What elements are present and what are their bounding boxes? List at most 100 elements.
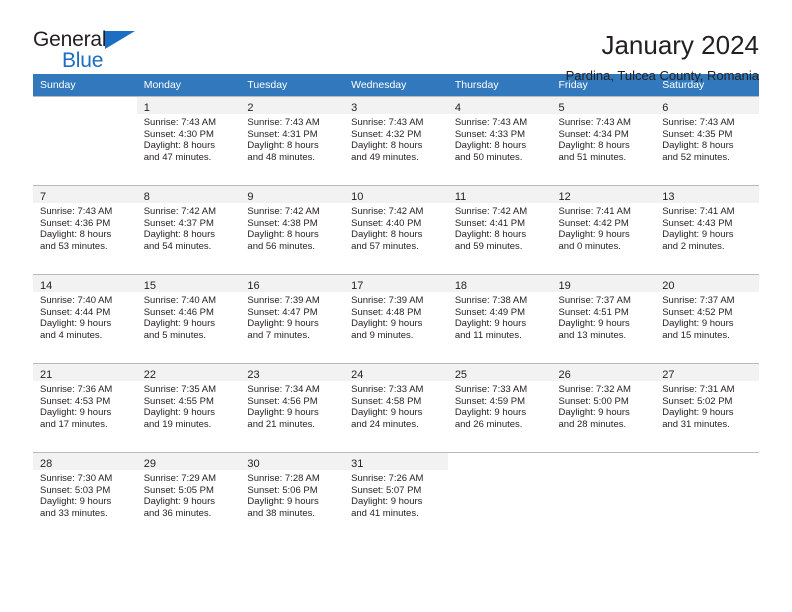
sunrise-text: Sunrise: 7:38 AM (454, 295, 528, 306)
daylight-text: Daylight: 9 hours (558, 318, 630, 330)
calendar-cell-day[interactable]: 22 Sunrise: 7:35 AM Sunset: 4:55 PM Dayligh… (136, 363, 241, 452)
calendar-cell-day[interactable]: 23 Sunrise: 7:34 AM Sunset: 4:56 PM Dayligh… (240, 363, 345, 452)
calendar-cell-day[interactable]: 10 Sunrise: 7:42 AM Sunset: 4:40 PM Dayligh… (344, 185, 448, 274)
calendar-cell-day[interactable]: 30 Sunrise: 7:28 AM Sunset: 5:06 PM Dayligh… (240, 452, 345, 541)
day-cell: 7 Sunrise: 7:43 AM Sunset: 4:36 PM Daylight… (33, 185, 137, 274)
sunrise-text: Sunrise: 7:42 AM (143, 206, 217, 217)
daylight-text-cont: and 31 minutes. (662, 418, 730, 430)
day-details: Sunrise: 7:33 AM Sunset: 4:59 PM Daylight:… (448, 381, 552, 430)
day-cell: 12 Sunrise: 7:41 AM Sunset: 4:42 PM Dayligh… (551, 185, 656, 274)
calendar-week-row: 21 Sunrise: 7:36 AM Sunset: 4:53 PM Dayligh… (33, 363, 759, 452)
sunset-text: Sunset: 4:58 PM (351, 395, 422, 407)
daylight-text-cont: and 2 minutes. (662, 240, 725, 252)
day-details: Sunrise: 7:35 AM Sunset: 4:55 PM Daylight:… (137, 381, 241, 430)
day-number-band: 10 (344, 186, 448, 203)
day-number: 20 (662, 280, 675, 292)
day-number-band: 3 (344, 97, 448, 114)
calendar-cell-day[interactable]: 28 Sunrise: 7:30 AM Sunset: 5:03 PM Dayligh… (33, 452, 137, 541)
sunset-text: Sunset: 4:59 PM (454, 395, 526, 407)
calendar-cell-day[interactable]: 13 Sunrise: 7:41 AM Sunset: 4:43 PM Dayligh… (655, 185, 759, 274)
sunset-text: Sunset: 4:41 PM (454, 217, 526, 229)
calendar-cell-day[interactable]: 4 Sunrise: 7:43 AM Sunset: 4:33 PM Daylight… (447, 96, 552, 185)
calendar-cell-day[interactable]: 11 Sunrise: 7:42 AM Sunset: 4:41 PM Dayligh… (447, 185, 552, 274)
daylight-text: Daylight: 9 hours (454, 318, 527, 330)
day-number-band: 13 (655, 186, 759, 203)
day-number: 25 (454, 369, 468, 381)
calendar-cell-day[interactable]: 7 Sunrise: 7:43 AM Sunset: 4:36 PM Daylight… (33, 185, 137, 274)
calendar-cell-day[interactable]: 2 Sunrise: 7:43 AM Sunset: 4:31 PM Daylight… (240, 96, 345, 185)
day-details: Sunrise: 7:41 AM Sunset: 4:43 PM Daylight:… (655, 203, 759, 252)
sunset-text: Sunset: 5:02 PM (662, 395, 733, 407)
daylight-text-cont: and 41 minutes. (351, 507, 419, 519)
day-number-band: 19 (551, 275, 656, 292)
calendar-cell-day[interactable]: 20 Sunrise: 7:37 AM Sunset: 4:52 PM Dayligh… (655, 274, 759, 363)
calendar-cell-day[interactable]: 6 Sunrise: 7:43 AM Sunset: 4:35 PM Daylight… (655, 96, 759, 185)
calendar-cell-day[interactable]: 27 Sunrise: 7:31 AM Sunset: 5:02 PM Dayligh… (655, 363, 759, 452)
calendar-cell-day[interactable]: 1 Sunrise: 7:43 AM Sunset: 4:30 PM Daylight… (136, 96, 241, 185)
sunset-text: Sunset: 4:30 PM (143, 128, 214, 140)
calendar-cell-day[interactable]: 29 Sunrise: 7:29 AM Sunset: 5:05 PM Dayligh… (136, 452, 241, 541)
calendar-cell-day[interactable]: 18 Sunrise: 7:38 AM Sunset: 4:49 PM Dayligh… (447, 274, 552, 363)
calendar-cell-empty (33, 96, 137, 185)
calendar-cell-day[interactable]: 17 Sunrise: 7:39 AM Sunset: 4:48 PM Dayligh… (344, 274, 448, 363)
calendar-cell-day[interactable]: 25 Sunrise: 7:33 AM Sunset: 4:59 PM Dayligh… (447, 363, 552, 452)
sunset-text: Sunset: 4:53 PM (40, 395, 111, 407)
day-details: Sunrise: 7:43 AM Sunset: 4:34 PM Daylight:… (552, 114, 656, 163)
day-number-band: 20 (655, 275, 759, 292)
sunset-text: Sunset: 4:35 PM (662, 128, 733, 140)
day-cell: 16 Sunrise: 7:39 AM Sunset: 4:47 PM Dayligh… (240, 274, 345, 363)
day-details: Sunrise: 7:29 AM Sunset: 5:05 PM Daylight:… (137, 470, 241, 519)
day-number-band: 18 (447, 275, 552, 292)
daylight-text-cont: and 26 minutes. (454, 418, 523, 430)
day-cell: 11 Sunrise: 7:42 AM Sunset: 4:41 PM Dayligh… (447, 185, 552, 274)
calendar-cell-day[interactable]: 31 Sunrise: 7:26 AM Sunset: 5:07 PM Dayligh… (344, 452, 448, 541)
daylight-text: Daylight: 9 hours (558, 229, 630, 241)
calendar-cell-day[interactable]: 12 Sunrise: 7:41 AM Sunset: 4:42 PM Dayligh… (551, 185, 656, 274)
day-number: 17 (351, 280, 364, 292)
day-cell: 20 Sunrise: 7:37 AM Sunset: 4:52 PM Dayligh… (655, 274, 759, 363)
daylight-text: Daylight: 8 hours (351, 229, 423, 241)
daylight-text-cont: and 50 minutes. (454, 151, 523, 163)
calendar-cell-day[interactable]: 24 Sunrise: 7:33 AM Sunset: 4:58 PM Dayligh… (344, 363, 448, 452)
day-number-band: 5 (551, 97, 656, 114)
calendar-cell-day[interactable]: 21 Sunrise: 7:36 AM Sunset: 4:53 PM Dayligh… (33, 363, 137, 452)
daylight-text-cont: and 56 minutes. (247, 240, 316, 252)
sunrise-text: Sunrise: 7:40 AM (40, 295, 113, 306)
day-number: 19 (558, 280, 571, 292)
daylight-text-cont: and 51 minutes. (558, 151, 627, 163)
calendar-cell-day[interactable]: 14 Sunrise: 7:40 AM Sunset: 4:44 PM Dayligh… (33, 274, 137, 363)
day-cell: 30 Sunrise: 7:28 AM Sunset: 5:06 PM Dayligh… (240, 452, 345, 541)
calendar-cell-day[interactable]: 26 Sunrise: 7:32 AM Sunset: 5:00 PM Dayligh… (551, 363, 656, 452)
general-blue-logo[interactable]: General Blue (33, 28, 163, 76)
page-title: January 2024 (601, 30, 759, 60)
day-details: Sunrise: 7:36 AM Sunset: 4:53 PM Daylight:… (33, 381, 137, 430)
sunrise-text: Sunrise: 7:43 AM (662, 117, 735, 128)
sunset-text: Sunset: 4:34 PM (558, 128, 629, 140)
day-number: 16 (247, 280, 260, 292)
daylight-text-cont: and 53 minutes. (40, 240, 108, 252)
weekday-header-thursday: Thursday (447, 74, 552, 96)
day-number: 15 (143, 280, 156, 292)
calendar-cell-day[interactable]: 9 Sunrise: 7:42 AM Sunset: 4:38 PM Daylight… (240, 185, 345, 274)
day-number: 26 (558, 369, 571, 381)
calendar-cell-day[interactable]: 19 Sunrise: 7:37 AM Sunset: 4:51 PM Dayligh… (551, 274, 656, 363)
calendar-cell-day[interactable]: 5 Sunrise: 7:43 AM Sunset: 4:34 PM Daylight… (551, 96, 656, 185)
day-number: 13 (662, 191, 675, 203)
calendar-cell-day[interactable]: 15 Sunrise: 7:40 AM Sunset: 4:46 PM Dayligh… (136, 274, 241, 363)
day-number-band (655, 453, 759, 470)
daylight-text: Daylight: 8 hours (247, 229, 319, 241)
calendar-cell-day[interactable]: 8 Sunrise: 7:42 AM Sunset: 4:37 PM Daylight… (136, 185, 241, 274)
daylight-text: Daylight: 9 hours (662, 318, 734, 330)
calendar-cell-day[interactable]: 16 Sunrise: 7:39 AM Sunset: 4:47 PM Dayligh… (240, 274, 345, 363)
day-cell: 2 Sunrise: 7:43 AM Sunset: 4:31 PM Daylight… (240, 96, 345, 185)
day-cell: 6 Sunrise: 7:43 AM Sunset: 4:35 PM Daylight… (655, 96, 759, 185)
calendar-cell-day[interactable]: 3 Sunrise: 7:43 AM Sunset: 4:32 PM Daylight… (344, 96, 448, 185)
daylight-text-cont: and 4 minutes. (40, 329, 103, 341)
sunset-text: Sunset: 4:42 PM (558, 217, 629, 229)
day-cell: 13 Sunrise: 7:41 AM Sunset: 4:43 PM Dayligh… (655, 185, 759, 274)
calendar-table: Sunday Monday Tuesday Wednesday Thursday… (33, 74, 759, 541)
day-cell: 19 Sunrise: 7:37 AM Sunset: 4:51 PM Dayligh… (551, 274, 656, 363)
day-number-band: 11 (447, 186, 552, 203)
sunrise-text: Sunrise: 7:43 AM (40, 206, 113, 217)
sunrise-text: Sunrise: 7:33 AM (454, 384, 528, 395)
